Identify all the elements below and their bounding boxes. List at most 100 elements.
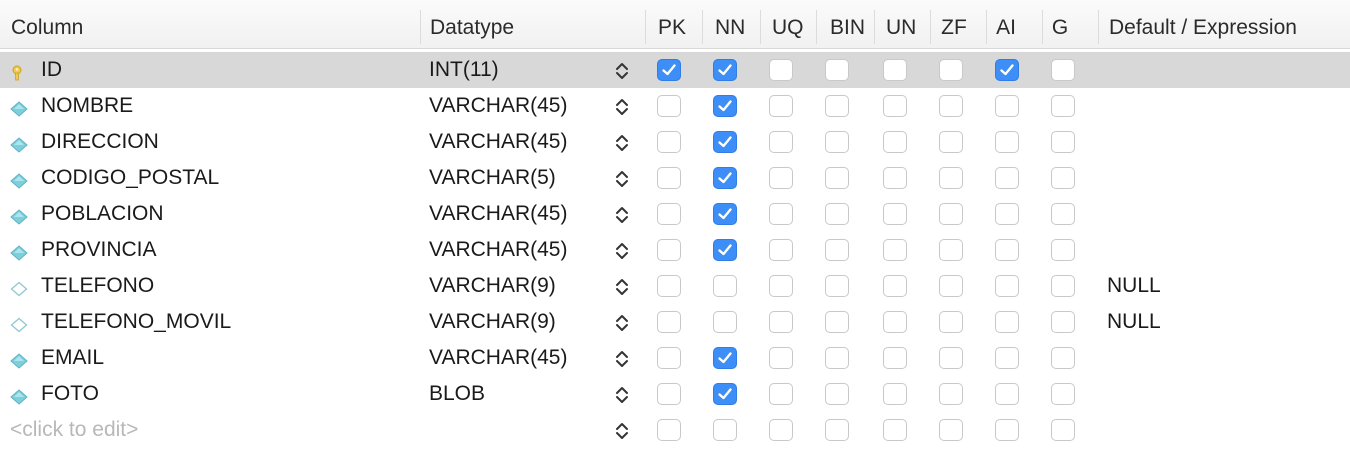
table-row[interactable]: FOTO BLOB [0, 376, 1350, 412]
header-separator[interactable] [702, 10, 703, 44]
uq-checkbox[interactable] [769, 347, 793, 369]
uq-checkbox[interactable] [769, 383, 793, 405]
ai-checkbox[interactable] [995, 167, 1019, 189]
pk-checkbox[interactable] [657, 203, 681, 225]
nn-checkbox[interactable] [713, 131, 737, 153]
datatype-stepper-icon[interactable] [613, 205, 631, 225]
ai-checkbox[interactable] [995, 419, 1019, 441]
ai-checkbox[interactable] [995, 383, 1019, 405]
zf-checkbox[interactable] [939, 131, 963, 153]
pk-checkbox[interactable] [657, 167, 681, 189]
bin-checkbox[interactable] [825, 131, 849, 153]
column-name[interactable]: NOMBRE [41, 88, 133, 124]
un-checkbox[interactable] [883, 239, 907, 261]
g-checkbox[interactable] [1051, 275, 1075, 297]
uq-checkbox[interactable] [769, 203, 793, 225]
header-un[interactable]: UN [886, 0, 916, 48]
column-name[interactable]: FOTO [41, 376, 99, 412]
header-separator[interactable] [645, 10, 646, 44]
datatype-value[interactable]: VARCHAR(45) [429, 232, 567, 268]
bin-checkbox[interactable] [825, 95, 849, 117]
g-checkbox[interactable] [1051, 95, 1075, 117]
un-checkbox[interactable] [883, 203, 907, 225]
un-checkbox[interactable] [883, 167, 907, 189]
nn-checkbox[interactable] [713, 203, 737, 225]
uq-checkbox[interactable] [769, 275, 793, 297]
header-ai[interactable]: AI [992, 0, 1020, 48]
uq-checkbox[interactable] [769, 239, 793, 261]
pk-checkbox[interactable] [657, 347, 681, 369]
pk-checkbox[interactable] [657, 275, 681, 297]
header-nn[interactable]: NN [715, 0, 745, 48]
datatype-stepper-icon[interactable] [613, 385, 631, 405]
ai-checkbox[interactable] [995, 347, 1019, 369]
datatype-value[interactable]: VARCHAR(45) [429, 340, 567, 376]
default-value[interactable]: NULL [1107, 268, 1161, 304]
uq-checkbox[interactable] [769, 419, 793, 441]
nn-checkbox[interactable] [713, 239, 737, 261]
pk-checkbox[interactable] [657, 95, 681, 117]
zf-checkbox[interactable] [939, 167, 963, 189]
column-name[interactable]: DIRECCION [41, 124, 159, 160]
new-column-row[interactable]: <click to edit> [0, 412, 1350, 448]
g-checkbox[interactable] [1051, 347, 1075, 369]
pk-checkbox[interactable] [657, 383, 681, 405]
header-uq[interactable]: UQ [772, 0, 804, 48]
datatype-value[interactable]: VARCHAR(45) [429, 196, 567, 232]
zf-checkbox[interactable] [939, 311, 963, 333]
column-name[interactable]: POBLACION [41, 196, 164, 232]
table-row[interactable]: ID INT(11) [0, 52, 1350, 88]
header-separator[interactable] [420, 10, 421, 44]
header-separator[interactable] [816, 10, 817, 44]
ai-checkbox[interactable] [995, 239, 1019, 261]
uq-checkbox[interactable] [769, 59, 793, 81]
nn-checkbox[interactable] [713, 59, 737, 81]
bin-checkbox[interactable] [825, 419, 849, 441]
pk-checkbox[interactable] [657, 131, 681, 153]
un-checkbox[interactable] [883, 275, 907, 297]
uq-checkbox[interactable] [769, 167, 793, 189]
header-pk[interactable]: PK [658, 0, 686, 48]
datatype-stepper-icon[interactable] [613, 97, 631, 117]
zf-checkbox[interactable] [939, 383, 963, 405]
datatype-stepper-icon[interactable] [613, 61, 631, 81]
table-row[interactable]: PROVINCIA VARCHAR(45) [0, 232, 1350, 268]
table-row[interactable]: POBLACION VARCHAR(45) [0, 196, 1350, 232]
un-checkbox[interactable] [883, 95, 907, 117]
uq-checkbox[interactable] [769, 95, 793, 117]
header-separator[interactable] [986, 10, 987, 44]
table-row[interactable]: TELEFONO_MOVIL VARCHAR(9) NULL [0, 304, 1350, 340]
pk-checkbox[interactable] [657, 311, 681, 333]
click-to-edit-placeholder[interactable]: <click to edit> [10, 412, 138, 448]
datatype-value[interactable]: BLOB [429, 376, 485, 412]
g-checkbox[interactable] [1051, 311, 1075, 333]
g-checkbox[interactable] [1051, 167, 1075, 189]
nn-checkbox[interactable] [713, 95, 737, 117]
g-checkbox[interactable] [1051, 203, 1075, 225]
un-checkbox[interactable] [883, 347, 907, 369]
bin-checkbox[interactable] [825, 203, 849, 225]
zf-checkbox[interactable] [939, 95, 963, 117]
header-bin[interactable]: BIN [830, 0, 865, 48]
datatype-stepper-icon[interactable] [613, 277, 631, 297]
pk-checkbox[interactable] [657, 239, 681, 261]
un-checkbox[interactable] [883, 59, 907, 81]
column-name[interactable]: TELEFONO_MOVIL [41, 304, 231, 340]
ai-checkbox[interactable] [995, 131, 1019, 153]
bin-checkbox[interactable] [825, 311, 849, 333]
datatype-stepper-icon[interactable] [613, 421, 631, 441]
ai-checkbox[interactable] [995, 275, 1019, 297]
table-row[interactable]: DIRECCION VARCHAR(45) [0, 124, 1350, 160]
header-separator[interactable] [1042, 10, 1043, 44]
zf-checkbox[interactable] [939, 239, 963, 261]
zf-checkbox[interactable] [939, 59, 963, 81]
datatype-stepper-icon[interactable] [613, 169, 631, 189]
datatype-stepper-icon[interactable] [613, 313, 631, 333]
zf-checkbox[interactable] [939, 203, 963, 225]
nn-checkbox[interactable] [713, 419, 737, 441]
ai-checkbox[interactable] [995, 311, 1019, 333]
column-name[interactable]: ID [41, 52, 62, 88]
datatype-value[interactable]: VARCHAR(9) [429, 268, 556, 304]
g-checkbox[interactable] [1051, 419, 1075, 441]
header-datatype[interactable]: Datatype [430, 0, 514, 48]
